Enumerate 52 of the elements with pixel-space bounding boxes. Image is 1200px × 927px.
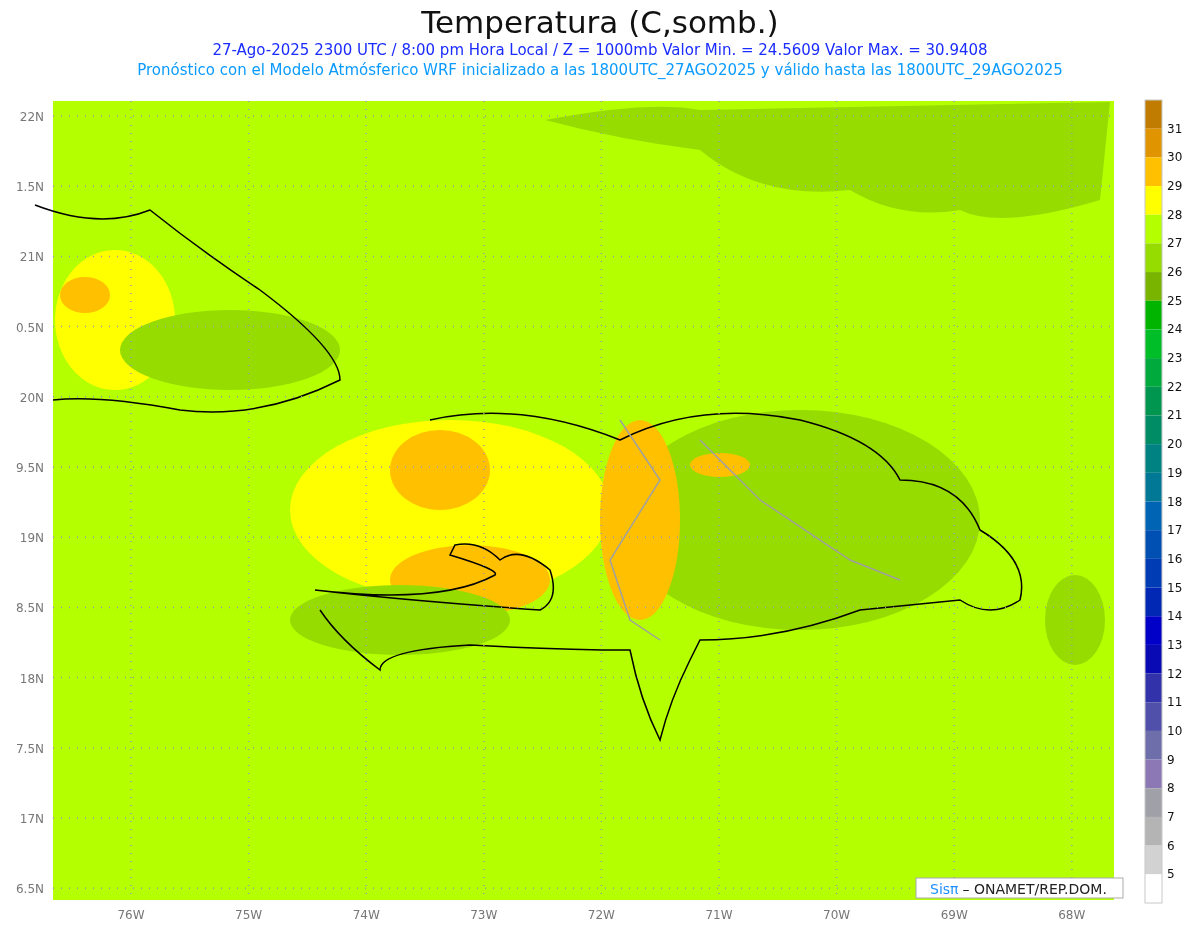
scale-label: 20 [1167,437,1183,452]
latitude-label: 6.5N [15,882,44,897]
chart-subtitle: 27-Ago-2025 2300 UTC / 8:00 pm Hora Local / Z = 1000mb Valor Min. = 24.5609 Valor Max. = 30.9408 [211,40,989,60]
latitude-label: 0.5N [15,320,44,335]
scale-label: 22 [1167,379,1183,394]
scale-label: 11 [1167,695,1183,710]
credit-label: Sisπ – ONAMET/REP.DOM. [915,877,1124,899]
longitude-label: 70W [823,908,851,922]
scale-label: 18 [1167,494,1183,509]
scale-label: 9 [1167,752,1175,767]
longitude-label: 76W [117,908,145,922]
scale-label: 5 [1167,867,1175,882]
chart-title: Temperatura (C,somb.) [420,3,780,40]
latitude-label: 8.5N [15,601,44,616]
scale-label: 26 [1167,265,1183,280]
scale-label: 16 [1167,551,1183,566]
scale-label: 10 [1167,723,1183,738]
longitude-label: 73W [470,908,498,922]
latitude-label: 18N [19,671,44,686]
scale-label: 8 [1167,781,1175,796]
longitude-label: 72W [587,908,615,922]
scale-label: 30 [1167,150,1183,165]
scale-label: 15 [1167,580,1183,595]
latitude-label: 7.5N [15,741,44,756]
latitude-label: 20N [19,390,44,405]
longitude-label: 68W [1058,908,1086,922]
scale-label: 24 [1167,322,1183,337]
longitude-label: 69W [940,908,968,922]
latitude-label: 22N [19,110,44,124]
longitude-label: 75W [235,908,263,922]
latitude-label: 21N [19,250,44,265]
scale-label: 14 [1167,609,1183,624]
scale-label: 12 [1167,666,1183,681]
scale-label: 6 [1167,838,1175,853]
longitude-label: 74W [352,908,380,922]
scale-label: 25 [1167,293,1183,308]
scale-label: 19 [1167,465,1183,480]
latitude-label: 17N [19,812,44,826]
forecast-note: Pronóstico con el Modelo Atmósferico WRF inicializado a las 1800UTC_27AGO2025 y válido hasta las 1800UTC_29AGO2025 [136,60,1064,80]
latitude-label: 9.5N [15,461,44,475]
scale-label: 7 [1167,809,1175,824]
scale-label: 17 [1167,523,1183,538]
scale-label: 31 [1167,121,1183,136]
scale-label: 27 [1167,236,1183,251]
scale-label: 29 [1167,179,1183,194]
scale-label: 13 [1167,637,1183,652]
scale-label: 21 [1167,408,1183,423]
scale-label: 28 [1167,207,1183,222]
longitude-label: 71W [705,908,733,922]
scale-label: 23 [1167,351,1183,366]
latitude-label: 19N [19,531,44,546]
latitude-label: 1.5N [15,180,44,195]
